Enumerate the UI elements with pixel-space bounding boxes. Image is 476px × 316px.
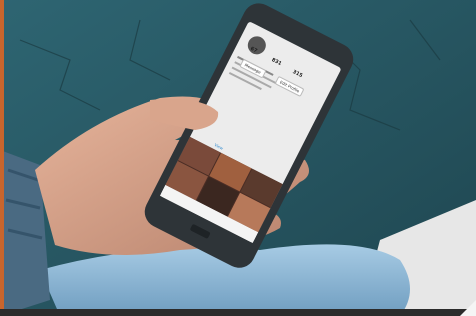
corner-cut: [460, 300, 476, 316]
photo-frame: 67 831 315 Message Edit Profile View: [0, 0, 476, 316]
accent-stripe: [0, 0, 4, 316]
bottom-frame-bar: [0, 309, 476, 316]
photo-illustration: [0, 0, 476, 316]
